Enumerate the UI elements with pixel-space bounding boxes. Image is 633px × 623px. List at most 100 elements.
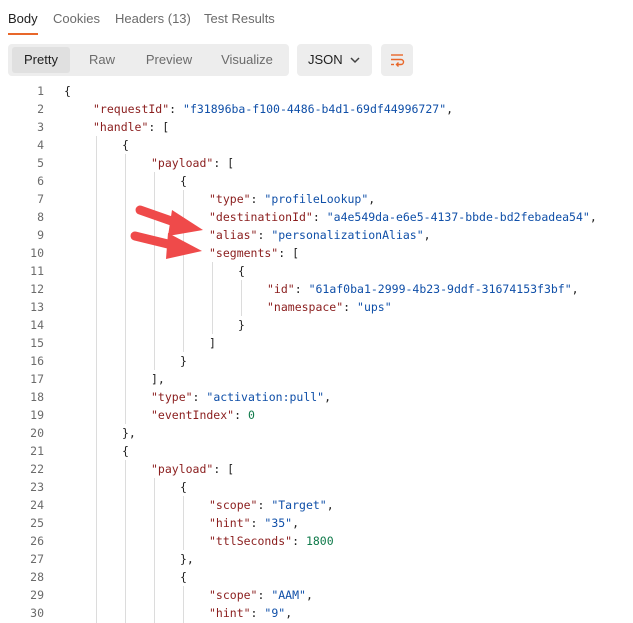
format-dropdown[interactable]: JSON bbox=[297, 44, 372, 76]
code-line: 21 { bbox=[0, 442, 633, 460]
line-number: 2 bbox=[37, 102, 44, 116]
line-number: 5 bbox=[37, 156, 44, 170]
code-text: "handle": [ bbox=[93, 120, 170, 134]
view-mode-selector: Pretty Raw Preview Visualize bbox=[8, 44, 289, 76]
code-line: 8 "destinationId": "a4e549da-e6e5-4137-bb… bbox=[0, 208, 633, 226]
tab-headers[interactable]: Headers (13) bbox=[115, 11, 191, 26]
response-toolbar: Pretty Raw Preview Visualize JSON bbox=[0, 40, 633, 80]
code-text: "destinationId": "a4e549da-e6e5-4137-bbd… bbox=[209, 210, 597, 224]
line-number: 22 bbox=[30, 462, 44, 476]
tab-test-results[interactable]: Test Results bbox=[204, 11, 275, 26]
code-text: { bbox=[180, 480, 187, 494]
code-text: "type": "profileLookup", bbox=[209, 192, 376, 206]
code-line: 19 "eventIndex": 0 bbox=[0, 406, 633, 424]
code-text: "id": "61af0ba1-2999-4b23-9ddf-31674153f… bbox=[267, 282, 579, 296]
pretty-button[interactable]: Pretty bbox=[12, 47, 70, 73]
code-text: }, bbox=[122, 426, 136, 440]
line-number: 16 bbox=[30, 354, 44, 368]
code-text: "segments": [ bbox=[209, 246, 300, 260]
code-text: { bbox=[180, 174, 187, 188]
line-number: 6 bbox=[37, 174, 44, 188]
line-number: 14 bbox=[30, 318, 44, 332]
code-line: 10 "segments": [ bbox=[0, 244, 633, 262]
code-text: "ttlSeconds": 1800 bbox=[209, 534, 334, 548]
code-line: 27}, bbox=[0, 550, 633, 568]
tab-cookies[interactable]: Cookies bbox=[53, 11, 100, 26]
code-line: 29 "scope": "AAM", bbox=[0, 586, 633, 604]
code-text: "scope": "AAM", bbox=[209, 588, 313, 602]
code-line: 17], bbox=[0, 370, 633, 388]
raw-button[interactable]: Raw bbox=[74, 47, 130, 73]
tab-body[interactable]: Body bbox=[8, 11, 38, 26]
code-line: 7 "type": "profileLookup", bbox=[0, 190, 633, 208]
format-dropdown-label: JSON bbox=[308, 52, 343, 67]
indent-guide bbox=[96, 136, 97, 623]
line-number: 24 bbox=[30, 498, 44, 512]
line-number: 19 bbox=[30, 408, 44, 422]
code-text: "alias": "personalizationAlias", bbox=[209, 228, 431, 242]
code-text: ], bbox=[151, 372, 165, 386]
line-number: 18 bbox=[30, 390, 44, 404]
active-tab-indicator bbox=[8, 33, 38, 35]
code-line: 5 "payload": [ bbox=[0, 154, 633, 172]
code-line: 23 { bbox=[0, 478, 633, 496]
chevron-down-icon bbox=[350, 57, 360, 64]
code-text: }, bbox=[180, 552, 194, 566]
code-line: 15] bbox=[0, 334, 633, 352]
code-line: 3 "handle": [ bbox=[0, 118, 633, 136]
code-text: "eventIndex": 0 bbox=[151, 408, 255, 422]
line-number: 26 bbox=[30, 534, 44, 548]
line-number: 9 bbox=[37, 228, 44, 242]
code-line: 24 "scope": "Target", bbox=[0, 496, 633, 514]
code-text: "namespace": "ups" bbox=[267, 300, 392, 314]
line-number: 1 bbox=[37, 84, 44, 98]
code-text: { bbox=[238, 264, 245, 278]
code-line: 4{ bbox=[0, 136, 633, 154]
code-line: 1{ bbox=[0, 82, 633, 100]
line-number: 4 bbox=[37, 138, 44, 152]
code-text: ] bbox=[209, 336, 216, 350]
code-line: 2 "requestId": "f31896ba-f100-4486-b4d1-6… bbox=[0, 100, 633, 118]
line-number: 25 bbox=[30, 516, 44, 530]
indent-guide bbox=[183, 190, 184, 352]
line-number: 3 bbox=[37, 120, 44, 134]
visualize-button[interactable]: Visualize bbox=[208, 47, 286, 73]
code-line: 11 { bbox=[0, 262, 633, 280]
code-line: 13 "namespace": "ups" bbox=[0, 298, 633, 316]
code-text: { bbox=[122, 138, 129, 152]
preview-button[interactable]: Preview bbox=[134, 47, 204, 73]
code-line: 18 "type": "activation:pull", bbox=[0, 388, 633, 406]
code-line: 30 "hint": "9", bbox=[0, 604, 633, 622]
line-number: 29 bbox=[30, 588, 44, 602]
indent-guide bbox=[183, 496, 184, 550]
response-tabs: Body Cookies Headers (13) Test Results bbox=[0, 0, 633, 40]
code-text: "scope": "Target", bbox=[209, 498, 334, 512]
line-number: 13 bbox=[30, 300, 44, 314]
line-number: 21 bbox=[30, 444, 44, 458]
code-text: } bbox=[238, 318, 245, 332]
code-line: 16} bbox=[0, 352, 633, 370]
line-number: 23 bbox=[30, 480, 44, 494]
code-text: "hint": "35", bbox=[209, 516, 300, 530]
code-line: 9 "alias": "personalizationAlias", bbox=[0, 226, 633, 244]
code-text: { bbox=[64, 84, 71, 98]
line-number: 17 bbox=[30, 372, 44, 386]
line-number: 10 bbox=[30, 246, 44, 260]
code-text: { bbox=[180, 570, 187, 584]
code-text: "hint": "9", bbox=[209, 606, 293, 620]
line-number: 11 bbox=[30, 264, 44, 278]
indent-guide bbox=[125, 460, 126, 623]
code-line: 6{ bbox=[0, 172, 633, 190]
line-number: 8 bbox=[37, 210, 44, 224]
line-number: 12 bbox=[30, 282, 44, 296]
indent-guide bbox=[154, 478, 155, 623]
line-number: 7 bbox=[37, 192, 44, 206]
code-text: "payload": [ bbox=[151, 462, 235, 476]
line-number: 28 bbox=[30, 570, 44, 584]
code-text: "requestId": "f31896ba-f100-4486-b4d1-69… bbox=[93, 102, 454, 116]
indent-guide bbox=[154, 172, 155, 370]
code-text: "type": "activation:pull", bbox=[151, 390, 332, 404]
line-number: 27 bbox=[30, 552, 44, 566]
wrap-lines-button[interactable] bbox=[381, 44, 413, 76]
response-body-code: 1{2 "requestId": "f31896ba-f100-4486-b4d1… bbox=[0, 80, 633, 623]
